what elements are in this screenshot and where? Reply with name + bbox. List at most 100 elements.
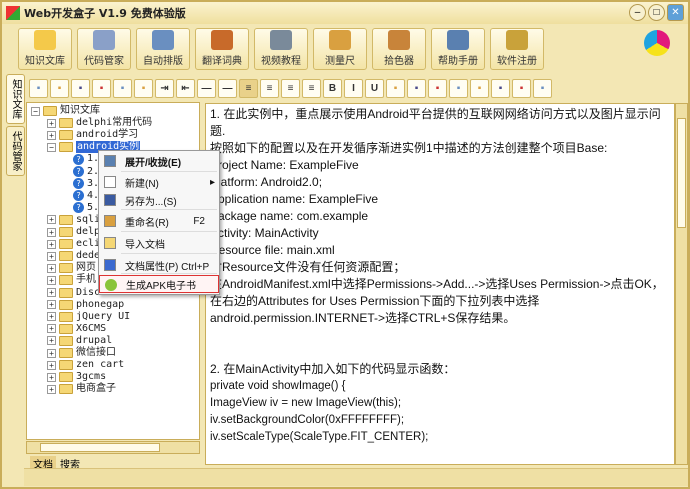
expand-icon[interactable]: + xyxy=(47,239,56,249)
find-button[interactable]: ▪ xyxy=(407,79,426,98)
tree-node[interactable]: − 知识文库 xyxy=(31,105,100,117)
expand-icon[interactable]: + xyxy=(47,384,56,394)
expand-icon[interactable]: + xyxy=(47,360,56,370)
toolbar-button-7[interactable]: 帮助手册 xyxy=(431,28,485,70)
tree-node[interactable]: + phonegap xyxy=(47,299,124,311)
tree-node[interactable]: ? 2. xyxy=(73,166,99,178)
tree-node[interactable]: + delphi常用代码 xyxy=(47,117,152,129)
editor-line: Package name: com.example xyxy=(210,209,369,223)
tree-node[interactable]: ? 5. xyxy=(73,202,99,214)
new-button[interactable]: ▪ xyxy=(29,79,48,98)
expand-icon[interactable]: + xyxy=(47,251,56,261)
menu-separator xyxy=(121,171,217,172)
table-button[interactable]: ▪ xyxy=(491,79,510,98)
context-menu-item[interactable]: 另存为...(S) xyxy=(99,191,219,209)
find-doc-button[interactable]: ▪ xyxy=(134,79,153,98)
menu-item-label: 导入文档 xyxy=(125,239,165,251)
expand-icon[interactable]: + xyxy=(47,312,56,322)
outdent-button[interactable]: ⇤ xyxy=(176,79,195,98)
toolbar-button-1[interactable]: 代码管家 xyxy=(77,28,131,70)
expand-icon[interactable]: + xyxy=(47,300,56,310)
expand-icon[interactable]: + xyxy=(47,227,56,237)
minimize-button[interactable]: – xyxy=(629,4,646,21)
toolbar-button-0[interactable]: 知识文库 xyxy=(18,28,72,70)
expand-icon[interactable]: + xyxy=(47,215,56,225)
open-button[interactable]: ▪ xyxy=(50,79,69,98)
close-button[interactable]: ✕ xyxy=(667,4,684,21)
expand-icon[interactable]: + xyxy=(47,118,56,128)
align-left-button[interactable]: ≡ xyxy=(239,79,258,98)
save-button[interactable]: ▪ xyxy=(71,79,90,98)
tree-node[interactable]: + android学习 xyxy=(47,129,138,141)
context-menu-item[interactable]: 新建(N) ▸ xyxy=(99,173,219,191)
context-menu-item[interactable]: 文档属性(P) Ctrl+P xyxy=(99,256,219,274)
insert-file-button[interactable]: ▪ xyxy=(386,79,405,98)
tree-node[interactable]: ? 4. xyxy=(73,190,99,202)
toolbar-button-2[interactable]: 自动排版 xyxy=(136,28,190,70)
font-button[interactable]: ▪ xyxy=(449,79,468,98)
toolbar-button-4[interactable]: 视频教程 xyxy=(254,28,308,70)
toolbar-label: 帮助手册 xyxy=(438,56,478,67)
context-menu-item[interactable]: 生成APK电子书 xyxy=(99,275,219,293)
title-bar: Web开发盒子 V1.9 免费体验版 – □ ✕ xyxy=(2,2,688,24)
expand-icon[interactable]: + xyxy=(47,288,56,297)
folder-icon xyxy=(59,348,73,358)
expand-icon[interactable]: + xyxy=(47,324,56,334)
expand-icon[interactable]: + xyxy=(47,130,56,140)
collapse-icon[interactable]: − xyxy=(31,106,40,116)
toolbar-icon xyxy=(270,30,292,50)
app-window: Web开发盒子 V1.9 免费体验版 – □ ✕ 知识文库 代码管家 自动排版 翻译词… xyxy=(0,0,690,489)
edit-button[interactable]: ▪ xyxy=(428,79,447,98)
expand-icon[interactable]: + xyxy=(47,336,56,346)
side-tab-knowledge[interactable]: 知识文库 xyxy=(6,74,25,124)
tree-node[interactable]: + 网页 xyxy=(47,262,96,274)
properties-icon xyxy=(104,259,116,271)
expand-icon[interactable]: + xyxy=(47,348,56,358)
tree-node[interactable]: +3gcms xyxy=(47,371,106,383)
tree-node[interactable]: ? 1. xyxy=(73,153,99,165)
menu-separator xyxy=(121,253,217,254)
context-menu-item[interactable]: 展开/收拢(E) xyxy=(99,152,219,170)
tree-node[interactable]: + drupal xyxy=(47,335,112,347)
editor-vertical-scrollbar[interactable] xyxy=(675,103,688,465)
context-menu-item[interactable]: 导入文档 xyxy=(99,234,219,252)
toolbar-button-6[interactable]: 拾色器 xyxy=(372,28,426,70)
export-button[interactable]: ▪ xyxy=(92,79,111,98)
tree-node[interactable]: + X6CMS xyxy=(47,323,106,335)
hr1-button[interactable]: — xyxy=(197,79,216,98)
indent-button[interactable]: ⇥ xyxy=(155,79,174,98)
tree-node[interactable]: + 手机 xyxy=(47,274,96,286)
image-button[interactable]: ▪ xyxy=(470,79,489,98)
expand-icon[interactable]: + xyxy=(47,275,56,285)
hr2-button[interactable]: — xyxy=(218,79,237,98)
align-right-button[interactable]: ≡ xyxy=(281,79,300,98)
sound-button[interactable]: ▪ xyxy=(512,79,531,98)
tree-node-label: 3gcms xyxy=(76,371,107,383)
I-button[interactable]: I xyxy=(344,79,363,98)
context-menu-item[interactable]: 重命名(R) F2 xyxy=(99,212,219,230)
document-editor[interactable]: 1. 在此实例中，重点展示使用Android平台提供的互联网网络访问方式以及图片… xyxy=(205,103,675,465)
tree-node[interactable]: + zen cart xyxy=(47,359,124,371)
tree-node[interactable]: ? 3. xyxy=(73,178,99,190)
maximize-button[interactable]: □ xyxy=(648,4,665,21)
editor-line: 按照如下的配置以及在开发循序渐进实例1中描述的方法创建整个项目Base: xyxy=(210,141,608,155)
tree-node[interactable]: + 电商盒子 xyxy=(47,383,116,395)
tree-node[interactable]: + jQuery UI xyxy=(47,311,130,323)
toolbar-label: 翻译词典 xyxy=(202,56,242,67)
align-center-button[interactable]: ≡ xyxy=(260,79,279,98)
expand-icon[interactable]: + xyxy=(47,263,56,273)
U-button[interactable]: U xyxy=(365,79,384,98)
side-tab-code[interactable]: 代码管家 xyxy=(6,126,25,176)
tree-node[interactable]: + 微信接口 xyxy=(47,347,116,359)
expand-icon[interactable]: + xyxy=(47,372,56,382)
toolbar-button-5[interactable]: 测量尺 xyxy=(313,28,367,70)
preview-button[interactable]: ▪ xyxy=(113,79,132,98)
B-button[interactable]: B xyxy=(323,79,342,98)
toolbar-button-3[interactable]: 翻译词典 xyxy=(195,28,249,70)
clear-button[interactable]: ▪ xyxy=(533,79,552,98)
justify-button[interactable]: ≡ xyxy=(302,79,321,98)
tree-horizontal-scrollbar[interactable] xyxy=(26,441,200,454)
collapse-icon[interactable]: − xyxy=(47,142,56,152)
toolbar-button-8[interactable]: 软件注册 xyxy=(490,28,544,70)
